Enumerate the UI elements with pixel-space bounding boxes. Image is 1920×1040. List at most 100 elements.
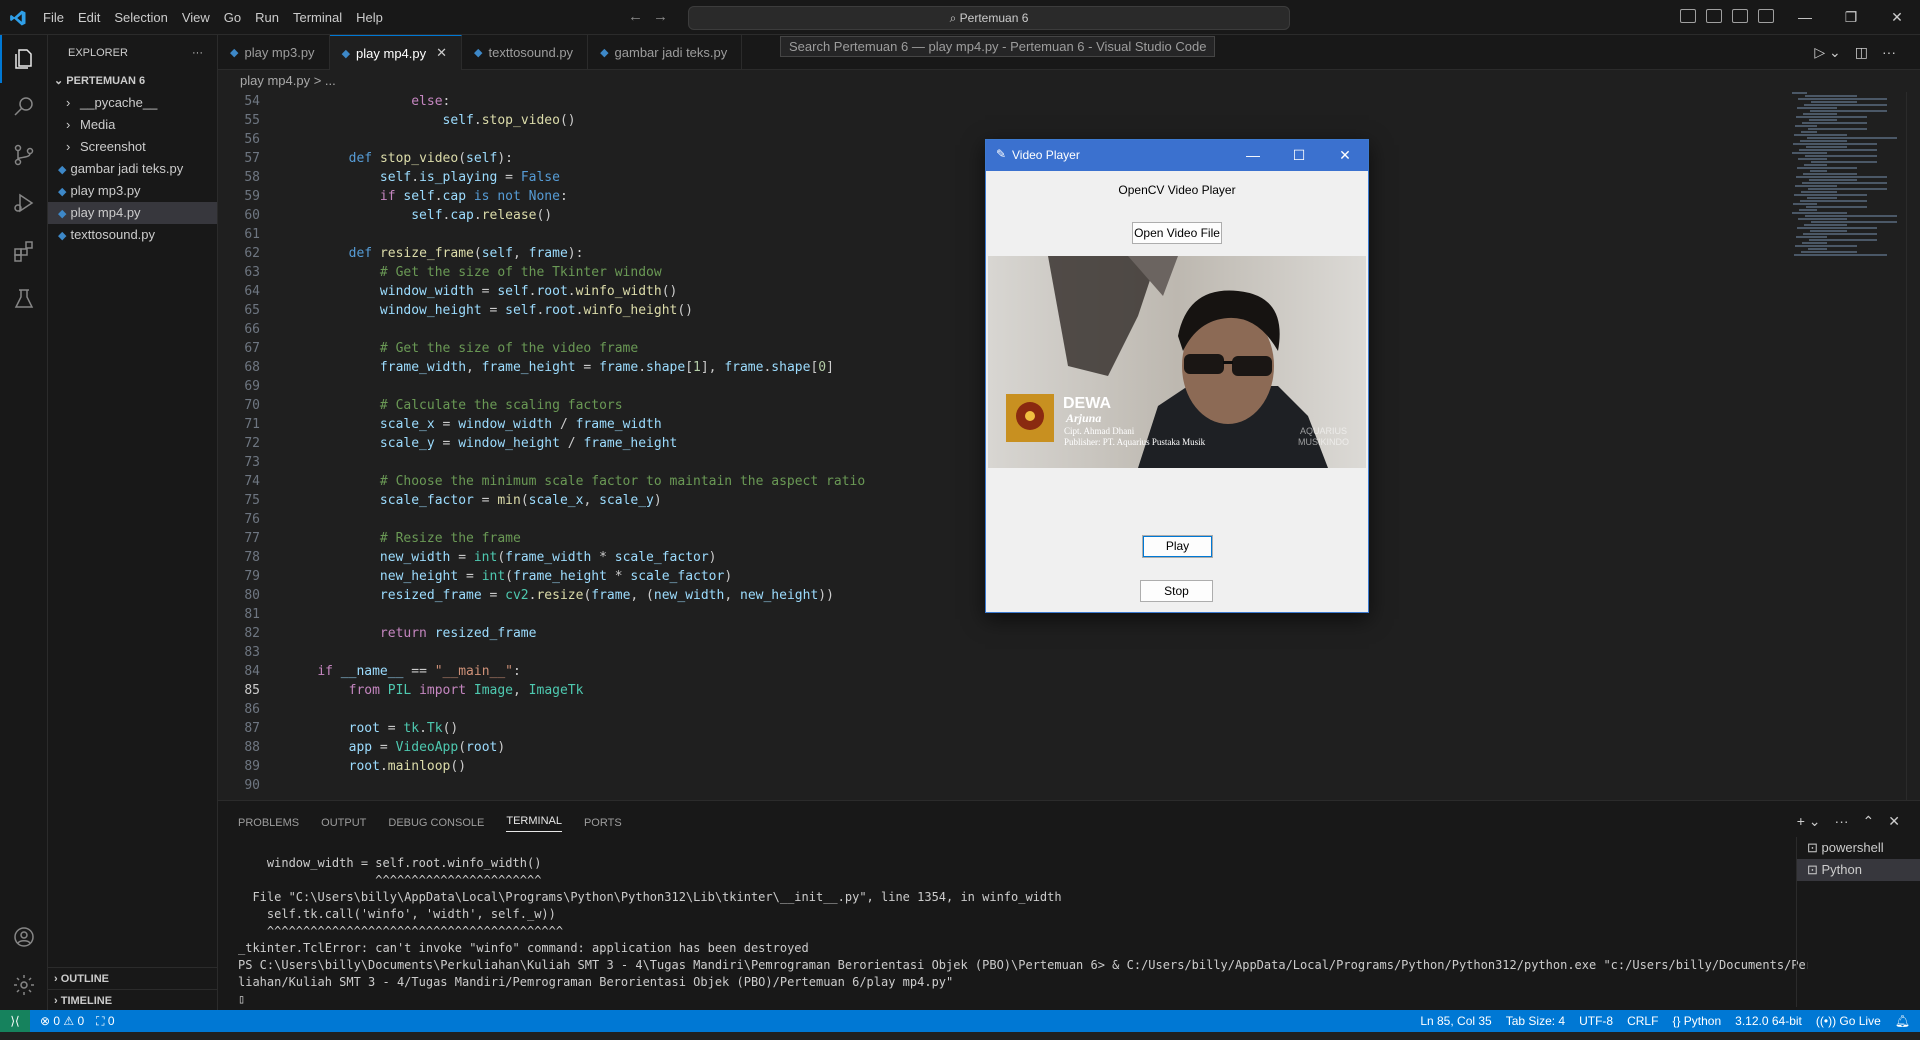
close-panel-icon[interactable]: ✕ bbox=[1888, 813, 1900, 830]
menu-file[interactable]: File bbox=[36, 10, 71, 25]
tab-play-mp4[interactable]: ◆ play mp4.py ✕ bbox=[329, 35, 463, 70]
notifications-bell-icon[interactable]: 🔔︎ bbox=[1895, 1014, 1910, 1028]
customize-layout-icon[interactable] bbox=[1758, 9, 1774, 23]
terminal-item-python[interactable]: ⊡ Python bbox=[1797, 859, 1920, 881]
explorer-icon[interactable] bbox=[0, 35, 48, 83]
code-line[interactable]: 90 bbox=[218, 776, 1768, 795]
menu-run[interactable]: Run bbox=[248, 10, 286, 25]
terminal-output[interactable]: window_width = self.root.winfo_width() ^… bbox=[238, 855, 1808, 1008]
tab-texttosound[interactable]: ◆ texttosound.py bbox=[462, 35, 589, 70]
ports-status[interactable]: ⛶ 0 bbox=[96, 1014, 114, 1029]
video-player-title-bar[interactable]: ✎ Video Player — ☐ ✕ bbox=[986, 140, 1368, 171]
encoding[interactable]: UTF-8 bbox=[1579, 1014, 1613, 1028]
minimap-line bbox=[1804, 164, 1827, 166]
code-line[interactable]: 55 self.stop_video() bbox=[218, 111, 1768, 130]
minimap[interactable] bbox=[1792, 92, 1902, 272]
tab-terminal[interactable]: TERMINAL bbox=[506, 815, 562, 832]
code-line[interactable]: 83 bbox=[218, 643, 1768, 662]
new-terminal-icon[interactable]: + ⌄ bbox=[1797, 813, 1821, 830]
forward-arrow-icon[interactable]: → bbox=[653, 8, 668, 25]
tab-debug-console[interactable]: DEBUG CONSOLE bbox=[388, 817, 484, 829]
tree-folder-screenshot[interactable]: › Screenshot bbox=[48, 136, 217, 158]
cursor-position[interactable]: Ln 85, Col 35 bbox=[1420, 1014, 1491, 1028]
tab-problems[interactable]: PROBLEMS bbox=[238, 817, 299, 829]
open-video-file-button[interactable]: Open Video File bbox=[1132, 222, 1222, 244]
menu-view[interactable]: View bbox=[175, 10, 217, 25]
tree-file-gambar-jadi-teks[interactable]: ◆ gambar jadi teks.py bbox=[48, 158, 217, 180]
python-interpreter[interactable]: 3.12.0 64-bit bbox=[1735, 1014, 1802, 1028]
minimap-line bbox=[1806, 146, 1847, 148]
line-number: 83 bbox=[244, 645, 260, 660]
extensions-icon[interactable] bbox=[0, 227, 48, 275]
problems-status[interactable]: ⊗ 0 ⚠ 0 bbox=[40, 1014, 84, 1028]
minimap-line bbox=[1807, 137, 1897, 139]
terminal-item-powershell[interactable]: ⊡ powershell bbox=[1797, 837, 1920, 859]
close-tab-icon[interactable]: ✕ bbox=[436, 45, 447, 61]
line-number: 59 bbox=[244, 189, 260, 204]
code-line[interactable]: 88 app = VideoApp(root) bbox=[218, 738, 1768, 757]
line-number: 86 bbox=[244, 702, 260, 717]
workspace-root[interactable]: ⌄ PERTEMUAN 6 bbox=[48, 70, 217, 92]
menu-terminal[interactable]: Terminal bbox=[286, 10, 349, 25]
tree-file-play-mp3[interactable]: ◆ play mp3.py bbox=[48, 180, 217, 202]
remote-indicator-icon[interactable]: ⟩⟨ bbox=[0, 1010, 30, 1032]
indentation[interactable]: Tab Size: 4 bbox=[1506, 1014, 1565, 1028]
menu-selection[interactable]: Selection bbox=[107, 10, 174, 25]
run-python-file-icon[interactable]: ▷ ⌄ bbox=[1814, 44, 1840, 61]
toggle-sidebar-icon[interactable] bbox=[1680, 9, 1696, 23]
menu-edit[interactable]: Edit bbox=[71, 10, 107, 25]
more-actions-icon[interactable]: ··· bbox=[1835, 813, 1849, 830]
minimize-icon[interactable]: — bbox=[1782, 0, 1828, 35]
tab-ports[interactable]: PORTS bbox=[584, 817, 622, 829]
editor-scrollbar[interactable] bbox=[1906, 92, 1920, 800]
timeline-section[interactable]: › TIMELINE bbox=[48, 989, 218, 1011]
source-control-icon[interactable] bbox=[0, 131, 48, 179]
more-actions-icon[interactable]: ··· bbox=[1882, 44, 1896, 61]
menu-help[interactable]: Help bbox=[349, 10, 390, 25]
tab-output[interactable]: OUTPUT bbox=[321, 817, 366, 829]
tk-feather-icon: ✎ bbox=[996, 147, 1007, 161]
stop-button[interactable]: Stop bbox=[1140, 580, 1213, 602]
tab-play-mp3[interactable]: ◆ play mp3.py bbox=[218, 35, 330, 70]
minimize-icon[interactable]: — bbox=[1230, 140, 1276, 171]
settings-gear-icon[interactable] bbox=[0, 961, 48, 1009]
minimap-line bbox=[1810, 170, 1827, 172]
close-icon[interactable]: ✕ bbox=[1322, 140, 1368, 171]
accounts-icon[interactable] bbox=[0, 913, 48, 961]
tree-folder-media[interactable]: › Media bbox=[48, 114, 217, 136]
run-debug-icon[interactable] bbox=[0, 179, 48, 227]
tab-gambar-jadi-teks[interactable]: ◆ gambar jadi teks.py bbox=[588, 35, 743, 70]
line-number: 70 bbox=[244, 398, 260, 413]
play-button[interactable]: Play bbox=[1142, 535, 1213, 558]
maximize-icon[interactable]: ☐ bbox=[1276, 140, 1322, 171]
testing-icon[interactable] bbox=[0, 275, 48, 323]
code-line[interactable]: 82 return resized_frame bbox=[218, 624, 1768, 643]
line-number: 54 bbox=[244, 94, 260, 109]
menu-go[interactable]: Go bbox=[217, 10, 248, 25]
code-line[interactable]: 54 else: bbox=[218, 92, 1768, 111]
close-icon[interactable]: ✕ bbox=[1874, 0, 1920, 35]
end-of-line[interactable]: CRLF bbox=[1627, 1014, 1658, 1028]
split-editor-icon[interactable]: ◫ bbox=[1855, 44, 1868, 61]
code-line[interactable]: 84 if __name__ == "__main__": bbox=[218, 662, 1768, 681]
command-center[interactable]: ⌕ Pertemuan 6 bbox=[688, 6, 1290, 30]
search-icon[interactable] bbox=[0, 83, 48, 131]
toggle-secondary-sidebar-icon[interactable] bbox=[1732, 9, 1748, 23]
code-line[interactable]: 86 bbox=[218, 700, 1768, 719]
tree-file-play-mp4[interactable]: ◆ play mp4.py bbox=[48, 202, 217, 224]
language-mode[interactable]: {} Python bbox=[1672, 1014, 1721, 1028]
go-live-button[interactable]: ((•)) Go Live bbox=[1816, 1014, 1881, 1028]
code-line[interactable]: 87 root = tk.Tk() bbox=[218, 719, 1768, 738]
toggle-panel-icon[interactable] bbox=[1706, 9, 1722, 23]
tree-file-texttosound[interactable]: ◆ texttosound.py bbox=[48, 224, 217, 246]
more-actions-icon[interactable]: ··· bbox=[192, 47, 203, 59]
back-arrow-icon[interactable]: ← bbox=[628, 8, 643, 25]
vscode-logo-icon bbox=[10, 10, 26, 26]
outline-section[interactable]: › OUTLINE bbox=[48, 967, 218, 989]
restore-icon[interactable]: ❐ bbox=[1828, 0, 1874, 35]
breadcrumb[interactable]: play mp4.py > ... bbox=[218, 70, 336, 92]
code-line[interactable]: 85 from PIL import Image, ImageTk bbox=[218, 681, 1768, 700]
code-line[interactable]: 89 root.mainloop() bbox=[218, 757, 1768, 776]
maximize-panel-icon[interactable]: ⌃ bbox=[1863, 813, 1875, 830]
tree-folder-pycache[interactable]: › __pycache__ bbox=[48, 92, 217, 114]
